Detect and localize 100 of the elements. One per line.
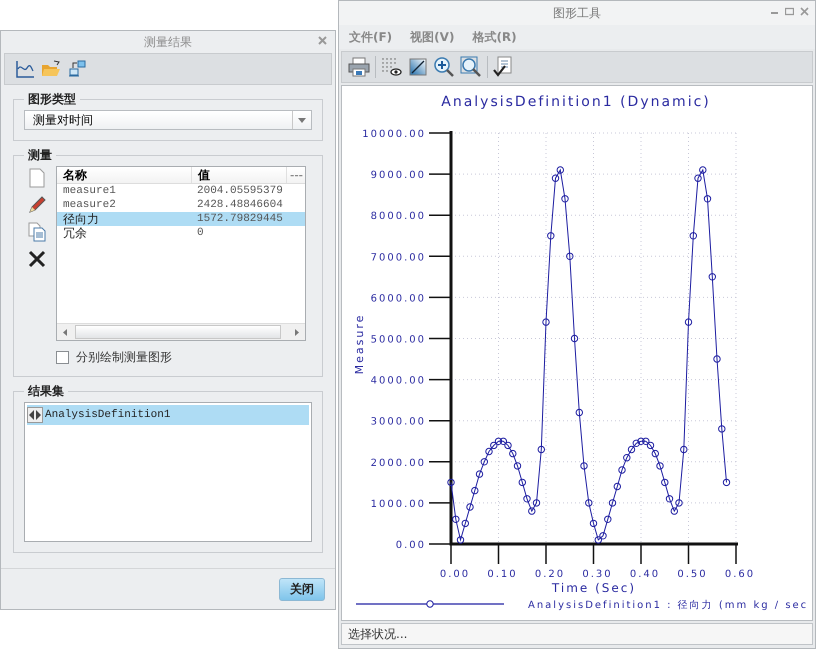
scroll-left-icon[interactable]: [63, 328, 67, 336]
list-row[interactable]: measure2 2428.48846604: [57, 198, 305, 212]
tick-mark: [545, 544, 547, 564]
data-point: [722, 478, 730, 486]
data-point: [590, 520, 598, 528]
line-chart-icon[interactable]: [15, 59, 35, 79]
data-point: [618, 466, 626, 474]
y-tick-label: 4000.00: [370, 376, 426, 387]
result-set-name: AnalysisDefinition1: [45, 409, 170, 421]
tick-mark: [640, 544, 642, 564]
tick-mark: [429, 256, 451, 258]
delete-icon[interactable]: [28, 250, 46, 268]
tick-mark: [592, 544, 594, 564]
data-point: [580, 462, 588, 470]
list-row[interactable]: measure1 2004.05595379: [57, 184, 305, 198]
y-tick-label: 1000.00: [370, 498, 426, 510]
list-row[interactable]: 径向力 1572.79829445: [57, 212, 305, 226]
horizontal-scrollbar[interactable]: [57, 323, 305, 340]
dialog-title: 测量结果: [144, 34, 192, 50]
y-tick-label: 7000.00: [370, 252, 426, 264]
data-point: [585, 499, 592, 507]
tick-mark: [429, 296, 451, 298]
folder-icon[interactable]: [41, 59, 61, 79]
data-point: [576, 408, 583, 416]
data-point: [471, 486, 478, 494]
x-axis-title: Time (Sec): [552, 581, 636, 595]
data-point: [690, 232, 697, 240]
data-point: [523, 495, 531, 502]
group-title: 测量: [27, 147, 53, 164]
y-tick-label: 0.00: [396, 540, 426, 551]
data-point: [708, 273, 716, 280]
data-point: [666, 495, 674, 502]
close-icon[interactable]: [318, 36, 327, 45]
tick-mark: [429, 378, 451, 380]
data-point: [447, 478, 455, 486]
pencil-icon[interactable]: [28, 196, 46, 214]
data-point: [538, 446, 545, 454]
copy-icon[interactable]: [28, 222, 46, 242]
data-point: [462, 520, 469, 528]
y-axis-title: Measure: [353, 314, 366, 374]
column-header[interactable]: 名称: [57, 167, 191, 183]
data-point: [684, 318, 692, 326]
grid-icon[interactable]: [381, 57, 403, 77]
data-point: [680, 446, 688, 454]
x-tick-label: 0.30: [582, 569, 613, 580]
data-point: [614, 482, 621, 490]
document-icon[interactable]: [29, 168, 45, 188]
checklist-icon[interactable]: [493, 56, 513, 78]
data-point: [476, 470, 484, 478]
checkbox-label: 分别绘制测量图形: [76, 349, 172, 366]
data-point: [452, 516, 460, 523]
group-title: 结果集: [26, 383, 65, 400]
column-header[interactable]: 值: [191, 167, 286, 183]
y-tick-label: 10000.00: [362, 129, 426, 140]
x-tick-label: 0.40: [630, 569, 660, 580]
export-icon[interactable]: [67, 59, 87, 79]
background-icon[interactable]: [408, 57, 428, 77]
measure-value: 1572.79829445: [196, 212, 284, 226]
list-row[interactable]: AnalysisDefinition1: [27, 405, 309, 425]
data-point: [514, 462, 522, 470]
measure-name: 径向力: [62, 212, 100, 226]
measure-name: 冗余: [62, 226, 88, 240]
data-point: [661, 478, 668, 486]
tick-mark: [429, 420, 451, 422]
data-point: [718, 425, 726, 433]
close-icon[interactable]: [800, 7, 809, 16]
x-tick-label: 0.50: [677, 569, 708, 580]
measure-name: measure1: [62, 184, 117, 198]
legend-label: AnalysisDefinition1 : 径向力 (mm kg / sec: [528, 600, 808, 611]
zoom-icon[interactable]: [460, 56, 482, 78]
checkbox[interactable]: [56, 351, 69, 364]
tick-mark: [688, 544, 690, 564]
group-title: 图形类型: [27, 91, 77, 108]
data-point: [704, 195, 712, 202]
measure-value: 0: [196, 226, 205, 240]
x-tick-label: 0.20: [534, 569, 566, 580]
column-header[interactable]: ---: [286, 167, 305, 183]
list-row[interactable]: 冗余 0: [57, 226, 305, 240]
data-point: [466, 503, 474, 511]
y-tick-label: 9000.00: [370, 170, 426, 182]
zoom-in-icon[interactable]: [433, 56, 455, 78]
x-tick-label: 0.10: [487, 569, 518, 580]
chart-title: AnalysisDefinition1 (Dynamic): [441, 94, 711, 110]
scroll-thumb[interactable]: [75, 325, 281, 339]
x-tick-label: 0.60: [724, 569, 756, 580]
tick-mark: [429, 214, 451, 216]
close-button[interactable]: 关闭: [279, 578, 325, 600]
maximize-icon[interactable]: [785, 7, 794, 16]
x-tick-label: 0.00: [440, 569, 470, 580]
tick-mark: [429, 132, 451, 134]
data-point: [542, 318, 550, 326]
printer-icon[interactable]: [348, 57, 370, 77]
tick-mark: [429, 173, 451, 175]
graph-type-dropdown[interactable]: 测量对时间: [24, 110, 312, 130]
y-tick-label: 8000.00: [370, 211, 426, 222]
tick-mark: [429, 502, 451, 504]
caret-icon: [298, 118, 306, 122]
measure-value: 2428.48846604: [196, 198, 284, 212]
measure-value: 2004.05595379: [196, 184, 284, 198]
scroll-right-icon[interactable]: [295, 328, 299, 336]
